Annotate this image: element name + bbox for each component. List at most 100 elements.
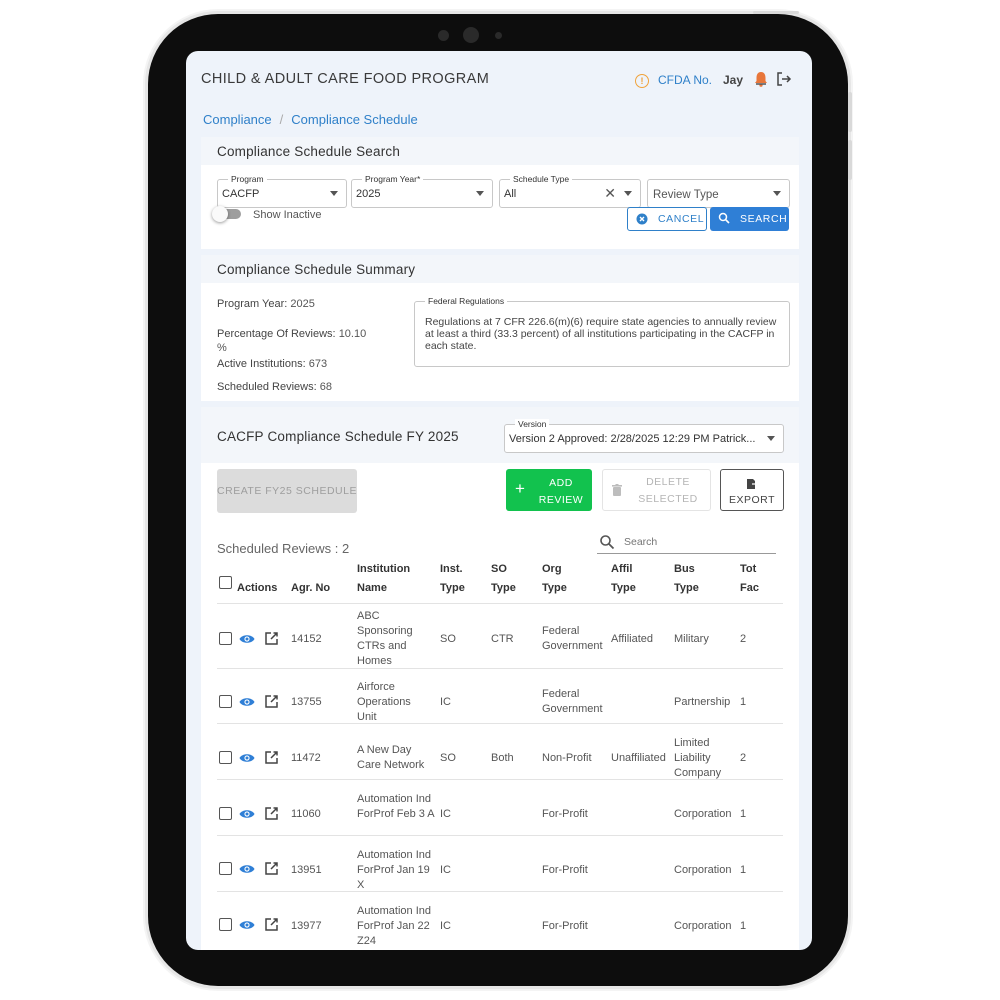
delete-selected-button[interactable]: DELETE SELECTED [602,469,711,511]
view-eye-icon[interactable] [239,696,255,708]
cell-org-type: Federal Government [542,688,603,715]
cell-tot-fac: 1 [740,864,747,876]
row-divider [217,723,783,724]
cell-agr-no: 13977 [291,920,322,932]
tablet-sensor [438,30,449,41]
cell-bus-type: Corporation [674,920,732,932]
col-inst-type[interactable]: Inst. Type [440,560,480,598]
edit-icon[interactable] [265,918,278,931]
tablet-volume-button [848,140,852,180]
cell-institution-name: Automation Ind ForProf Jan 19 X [357,849,431,891]
cell-agr-no: 14152 [291,633,322,645]
row-divider [217,779,783,780]
edit-icon[interactable] [265,807,278,820]
top-bar: CHILD & ADULT CARE FOOD PROGRAM ! CFDA N… [186,51,812,107]
schedule-panel: CACFP Compliance Schedule FY 2025 Versio… [201,407,799,950]
cell-so-type: Both [491,752,514,764]
col-so-type[interactable]: SO Type [491,560,527,598]
program-select[interactable]: Program CACFP [217,174,347,208]
row-checkbox[interactable] [219,751,232,764]
create-schedule-button[interactable]: CREATE FY25 SCHEDULE [217,469,357,513]
chevron-down-icon [767,436,775,441]
cell-tot-fac: 2 [740,633,747,645]
cfda-link[interactable]: CFDA No. [658,73,712,87]
cell-inst-type: SO [440,752,456,764]
col-affil-type[interactable]: Affil Type [611,560,651,598]
program-value: CACFP [222,188,260,200]
export-button[interactable]: EXPORT [720,469,784,511]
cell-inst-type: SO [440,633,456,645]
cancel-button[interactable]: CANCEL [627,207,707,231]
search-panel-title: Compliance Schedule Search [201,137,799,165]
summary-panel-title: Compliance Schedule Summary [201,255,799,283]
edit-icon[interactable] [265,695,278,708]
cell-tot-fac: 1 [740,696,747,708]
add-review-button[interactable]: + ADD REVIEW [506,469,592,511]
delete-selected-label: DELETE SELECTED [638,476,698,505]
program-year-value: 2025 [356,188,381,200]
breadcrumb-compliance[interactable]: Compliance [203,112,272,127]
cell-inst-type: IC [440,696,451,708]
col-institution-name[interactable]: Institution Name [357,560,427,598]
cell-bus-type: Military [674,633,709,645]
edit-icon[interactable] [265,862,278,875]
row-checkbox[interactable] [219,862,232,875]
active-institutions-label: Active Institutions: [217,358,306,370]
col-org-type[interactable]: Org Type [542,560,578,598]
notification-bell-icon[interactable] [752,70,770,88]
summary-program-year: Program Year: 2025 [217,298,315,310]
chevron-down-icon [476,191,484,196]
schedule-type-select[interactable]: Schedule Type All ✕ [499,174,641,208]
percentage-unit: % [217,342,227,354]
cell-tot-fac: 2 [740,752,747,764]
row-checkbox[interactable] [219,807,232,820]
program-year-summary-label: Program Year: [217,298,288,310]
col-tot-fac[interactable]: Tot Fac [740,560,770,598]
cell-agr-no: 13951 [291,864,322,876]
logout-icon[interactable] [776,71,792,87]
breadcrumb-compliance-schedule[interactable]: Compliance Schedule [291,112,417,127]
warning-icon[interactable]: ! [635,74,649,88]
show-inactive-toggle[interactable] [212,206,241,222]
view-eye-icon[interactable] [239,919,255,931]
review-type-placeholder: Review Type [653,189,719,201]
cell-institution-name: A New Day Care Network [357,744,425,771]
cell-agr-no: 11060 [291,808,321,820]
view-eye-icon[interactable] [239,863,255,875]
row-checkbox[interactable] [219,695,232,708]
cell-org-type: For-Profit [542,808,588,820]
edit-icon[interactable] [265,632,278,645]
version-select[interactable]: Version Version 2 Approved: 2/28/2025 12… [504,419,784,453]
cell-inst-type: IC [440,920,451,932]
cell-institution-name: Automation Ind ForProf Jan 22 Z24 [357,905,431,947]
version-label: Version [515,419,550,429]
federal-regulations-text: Regulations at 7 CFR 226.6(m)(6) require… [425,316,777,352]
user-name[interactable]: Jay [723,73,743,87]
edit-icon[interactable] [265,751,278,764]
schedule-type-value: All [504,188,517,200]
row-checkbox[interactable] [219,918,232,931]
view-eye-icon[interactable] [239,808,255,820]
app-title: CHILD & ADULT CARE FOOD PROGRAM [201,71,490,87]
row-checkbox[interactable] [219,632,232,645]
col-bus-type[interactable]: Bus Type [674,560,714,598]
app-screen: CHILD & ADULT CARE FOOD PROGRAM ! CFDA N… [186,51,812,950]
clear-icon[interactable]: ✕ [604,185,616,202]
review-type-select[interactable]: Review Type [647,179,790,208]
program-year-summary-value: 2025 [290,298,315,310]
program-year-select[interactable]: Program Year* 2025 [351,174,493,208]
cell-affil-type: Unaffiliated [611,752,666,764]
plus-icon: + [515,479,526,498]
col-actions: Actions [237,582,278,594]
percentage-label: Percentage Of Reviews: [217,328,336,340]
col-agr-no[interactable]: Agr. No [291,579,330,598]
search-button[interactable]: SEARCH [710,207,789,231]
table-search-input[interactable] [622,535,776,549]
summary-active-institutions: Active Institutions: 673 [217,358,327,370]
view-eye-icon[interactable] [239,752,255,764]
select-all-checkbox[interactable] [219,576,232,589]
export-icon [747,479,758,489]
show-inactive-label: Show Inactive [253,209,322,221]
active-institutions-value: 673 [308,358,328,370]
view-eye-icon[interactable] [239,633,255,645]
